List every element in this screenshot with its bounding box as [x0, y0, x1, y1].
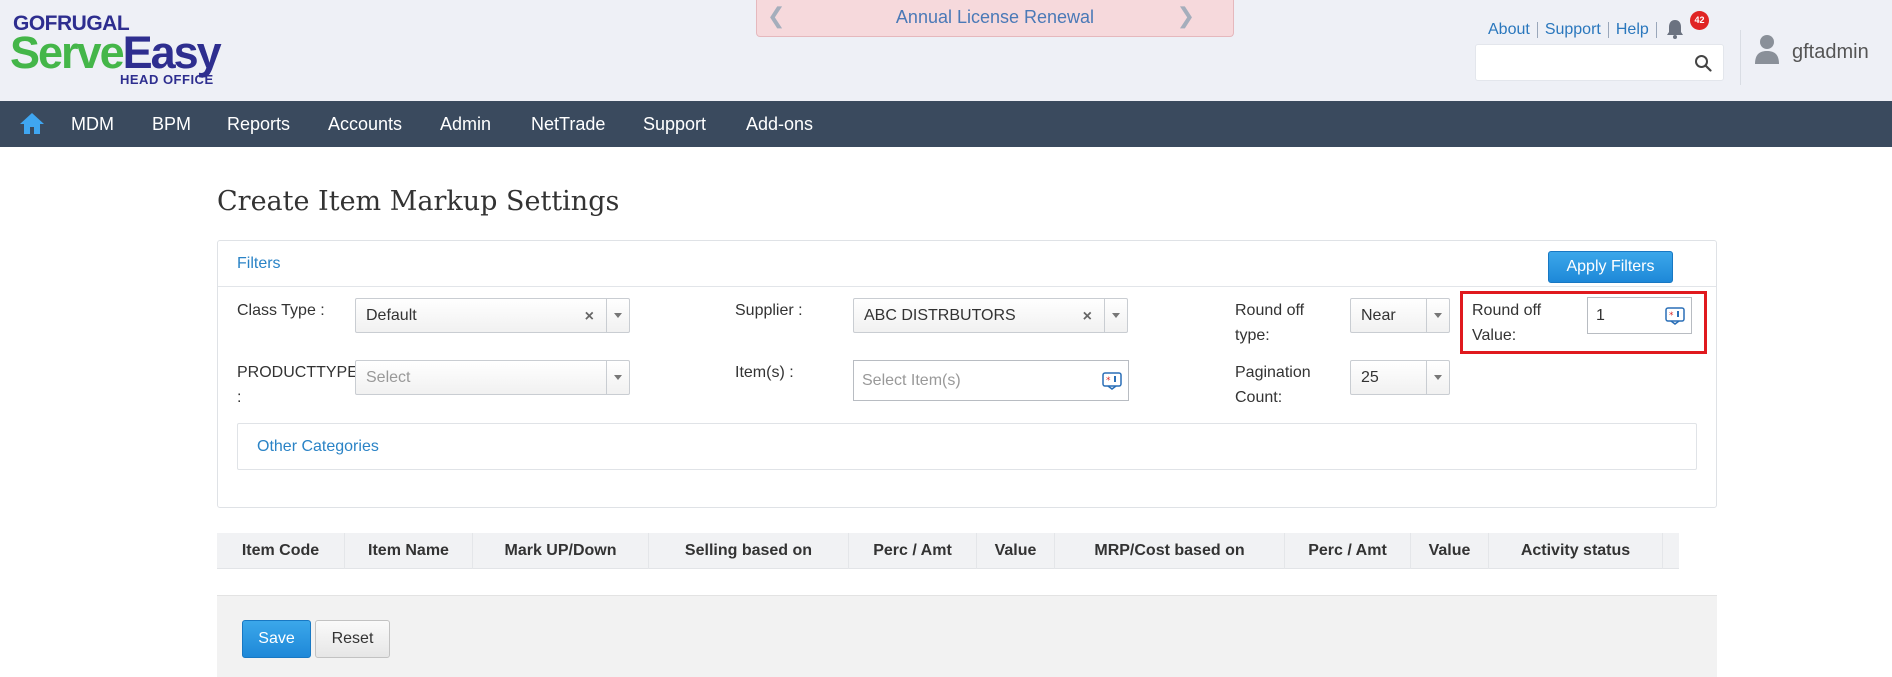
- items-input[interactable]: Select Item(s) *: [853, 360, 1129, 401]
- column-header[interactable]: Perc / Amt: [849, 533, 977, 569]
- bell-icon[interactable]: [1665, 18, 1685, 40]
- nav-accounts[interactable]: Accounts: [328, 114, 402, 135]
- chevron-down-icon[interactable]: [1426, 299, 1449, 332]
- other-categories-toggle[interactable]: Other Categories: [257, 438, 379, 456]
- column-header[interactable]: Value: [1411, 533, 1489, 569]
- nav-add-ons[interactable]: Add-ons: [746, 114, 813, 135]
- round-off-type-label-line2: type:: [1235, 327, 1270, 344]
- items-table-header: Item Code Item Name Mark UP/Down Selling…: [217, 533, 1679, 569]
- form-footer: Save Reset: [217, 595, 1717, 677]
- svg-text:*: *: [1106, 376, 1111, 386]
- supplier-label: Supplier :: [735, 302, 803, 319]
- logo-product-serve: Serve: [10, 27, 125, 78]
- pagination-label-line2: Count:: [1235, 389, 1283, 406]
- round-off-value-label-line2: Value:: [1472, 327, 1517, 344]
- virtual-keyboard-icon[interactable]: *: [1102, 372, 1122, 390]
- header-divider: [1740, 30, 1741, 85]
- help-link[interactable]: Help: [1609, 22, 1657, 38]
- column-header[interactable]: Selling based on: [649, 533, 849, 569]
- product-type-label: PRODUCTTYPE :: [237, 360, 358, 410]
- column-header[interactable]: Item Code: [217, 533, 345, 569]
- banner-next-icon[interactable]: ❯: [1177, 5, 1195, 27]
- user-avatar-icon[interactable]: [1754, 33, 1780, 65]
- column-header[interactable]: Value: [977, 533, 1055, 569]
- reset-button[interactable]: Reset: [315, 620, 390, 658]
- svg-text:*: *: [1669, 311, 1674, 321]
- username[interactable]: gftadmin: [1792, 41, 1869, 64]
- round-off-type-label-line1: Round off: [1235, 302, 1305, 319]
- pagination-count-select[interactable]: 25: [1350, 360, 1450, 395]
- product-type-label-line2: :: [237, 389, 242, 406]
- announcement-banner: ❮ Annual License Renewal ❯: [756, 0, 1234, 37]
- nav-nettrade[interactable]: NetTrade: [531, 114, 605, 135]
- clear-supplier-icon[interactable]: ×: [1083, 308, 1092, 326]
- round-off-type-select[interactable]: Near: [1350, 298, 1450, 333]
- column-header[interactable]: Activity status: [1489, 533, 1663, 569]
- page-title: Create Item Markup Settings: [217, 186, 620, 217]
- home-icon[interactable]: [19, 111, 45, 135]
- save-button[interactable]: Save: [242, 620, 311, 658]
- filters-toggle[interactable]: Filters: [237, 255, 281, 273]
- chevron-down-icon[interactable]: [606, 361, 629, 394]
- supplier-select[interactable]: ABC DISTRBUTORS ×: [853, 298, 1128, 333]
- class-type-value: Default: [366, 307, 417, 324]
- gofrugal-serveeasy-logo[interactable]: GOFRUGAL ServeEasy HEAD OFFICE: [10, 10, 250, 90]
- app-header: GOFRUGAL ServeEasy HEAD OFFICE ❮ Annual …: [0, 0, 1892, 101]
- column-header[interactable]: Item Name: [345, 533, 473, 569]
- nav-admin[interactable]: Admin: [440, 114, 491, 135]
- clear-class-type-icon[interactable]: ×: [585, 308, 594, 326]
- search-icon[interactable]: [1694, 54, 1712, 72]
- virtual-keyboard-icon[interactable]: *: [1665, 307, 1685, 325]
- nav-bpm[interactable]: BPM: [152, 114, 191, 135]
- logo-product-easy: Easy: [122, 27, 222, 78]
- logo-product: ServeEasy: [10, 27, 222, 78]
- chevron-down-icon[interactable]: [1104, 299, 1127, 332]
- round-off-type-value: Near: [1361, 307, 1396, 324]
- banner-text[interactable]: Annual License Renewal: [757, 7, 1233, 28]
- pagination-count-value: 25: [1361, 369, 1379, 386]
- pagination-label: Pagination Count:: [1235, 360, 1311, 410]
- round-off-value-input[interactable]: 1 *: [1587, 297, 1692, 334]
- class-type-select[interactable]: Default ×: [355, 298, 630, 333]
- other-categories-section: Other Categories: [237, 423, 1697, 470]
- product-type-label-line1: PRODUCTTYPE: [237, 364, 358, 381]
- product-type-placeholder: Select: [366, 369, 411, 386]
- pagination-label-line1: Pagination: [1235, 364, 1311, 381]
- round-off-type-label: Round off type:: [1235, 298, 1304, 348]
- apply-filters-button[interactable]: Apply Filters: [1548, 251, 1673, 283]
- supplier-value: ABC DISTRBUTORS: [864, 307, 1016, 324]
- chevron-down-icon[interactable]: [1426, 361, 1449, 394]
- round-off-value-label-line1: Round off: [1472, 302, 1542, 319]
- filters-header: Filters Apply Filters: [218, 241, 1716, 287]
- chevron-down-icon[interactable]: [606, 299, 629, 332]
- search-input[interactable]: [1475, 44, 1724, 81]
- main-nav: MDM BPM Reports Accounts Admin NetTrade …: [0, 101, 1892, 147]
- product-type-select[interactable]: Select: [355, 360, 630, 395]
- support-link[interactable]: Support: [1538, 22, 1609, 38]
- class-type-label: Class Type :: [237, 302, 325, 319]
- items-placeholder: Select Item(s): [862, 372, 961, 389]
- top-links: About Support Help: [1488, 22, 1657, 38]
- round-off-value-label: Round off Value:: [1472, 298, 1541, 348]
- nav-mdm[interactable]: MDM: [71, 114, 114, 135]
- about-link[interactable]: About: [1488, 22, 1538, 38]
- logo-edition: HEAD OFFICE: [120, 72, 214, 87]
- nav-support[interactable]: Support: [643, 114, 706, 135]
- column-header[interactable]: Mark UP/Down: [473, 533, 649, 569]
- notification-badge[interactable]: 42: [1690, 11, 1709, 30]
- round-off-value: 1: [1596, 307, 1605, 324]
- column-header[interactable]: Perc / Amt: [1285, 533, 1411, 569]
- column-header[interactable]: MRP/Cost based on: [1055, 533, 1285, 569]
- items-label: Item(s) :: [735, 364, 794, 381]
- nav-reports[interactable]: Reports: [227, 114, 290, 135]
